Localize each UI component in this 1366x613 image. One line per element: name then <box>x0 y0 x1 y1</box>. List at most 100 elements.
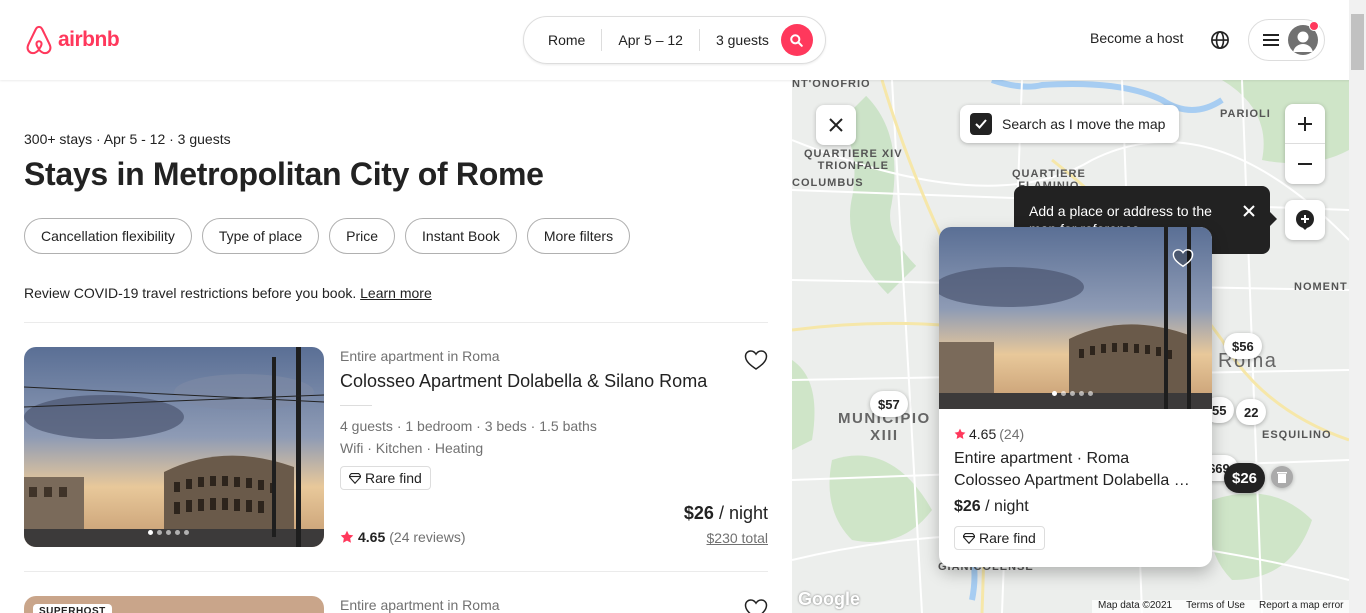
search-as-move-label: Search as I move the map <box>1002 116 1166 132</box>
hamburger-icon <box>1263 34 1279 46</box>
close-map-button[interactable] <box>816 105 856 145</box>
star-icon <box>340 530 354 543</box>
dot <box>1052 391 1057 396</box>
filter-more[interactable]: More filters <box>526 218 631 254</box>
checkbox[interactable] <box>970 113 992 135</box>
review-count: (24) <box>999 426 1025 442</box>
brand-name: airbnb <box>58 28 120 51</box>
price-value: $26 <box>954 498 981 515</box>
filter-price[interactable]: Price <box>329 218 396 254</box>
listing-photo[interactable] <box>24 347 324 547</box>
filter-cancellation[interactable]: Cancellation flexibility <box>24 218 192 254</box>
map-label: QUARTIERE XIV TRIONFALE <box>804 148 903 172</box>
map-label: NT'ONOFRIO <box>792 80 871 90</box>
photo-dots <box>1052 391 1093 396</box>
close-icon[interactable] <box>1242 204 1256 218</box>
divider <box>340 405 372 406</box>
dot <box>175 530 180 535</box>
map-label: PARIOLI <box>1220 108 1271 120</box>
listing-type: Entire apartment in Roma <box>340 597 500 613</box>
diamond-icon <box>349 472 361 484</box>
search-as-move-toggle[interactable]: Search as I move the map <box>960 105 1180 143</box>
minus-icon <box>1298 163 1312 165</box>
price-pin[interactable]: $57 <box>870 391 908 417</box>
dot <box>1088 391 1093 396</box>
card-title: Colosseo Apartment Dolabella & Silano Ro… <box>954 472 1199 489</box>
tooltip-arrow <box>1270 212 1277 226</box>
card-price: $26 / night <box>954 498 1029 516</box>
search-icon <box>790 33 804 47</box>
zoom-controls <box>1285 104 1325 184</box>
map-label: NOMENT <box>1294 281 1348 293</box>
search-button[interactable] <box>780 24 813 56</box>
divider <box>24 322 768 323</box>
dot <box>184 530 189 535</box>
rare-find-badge: Rare find <box>340 466 431 490</box>
dot <box>1079 391 1084 396</box>
terms-link[interactable]: Terms of Use <box>1186 600 1245 613</box>
header: airbnb Rome Apr 5 – 12 3 guests Become a… <box>0 0 1366 80</box>
listing-price: $26 / night <box>684 503 768 524</box>
report-error-link[interactable]: Report a map error <box>1259 600 1343 613</box>
become-host-link[interactable]: Become a host <box>1090 30 1183 46</box>
heart-icon[interactable] <box>744 597 768 613</box>
google-logo: Google <box>798 589 860 609</box>
scrollbar[interactable] <box>1349 0 1366 613</box>
total-price-link[interactable]: $230 total <box>707 530 769 546</box>
review-count: (24 reviews) <box>389 529 466 545</box>
filter-type-of-place[interactable]: Type of place <box>201 218 320 254</box>
superhost-badge: SUPERHOST <box>33 604 112 613</box>
trash-icon <box>1277 472 1287 483</box>
notification-dot <box>1309 21 1319 31</box>
listing-title[interactable]: Colosseo Apartment Dolabella & Silano Ro… <box>340 371 707 392</box>
dot <box>1061 391 1066 396</box>
dot <box>148 530 153 535</box>
airbnb-logo[interactable]: airbnb <box>24 24 120 56</box>
card-rating: 4.65 (24) <box>954 426 1024 442</box>
divider <box>24 571 768 572</box>
heart-icon[interactable] <box>744 348 768 372</box>
photo-dots <box>148 530 189 535</box>
listing-details: 4 guests · 1 bedroom · 3 beds · 1.5 bath… <box>340 415 597 459</box>
zoom-out-button[interactable] <box>1285 144 1325 184</box>
card-type: Entire apartment · Roma <box>954 450 1130 467</box>
search-bar[interactable]: Rome Apr 5 – 12 3 guests <box>523 16 826 64</box>
plus-icon <box>1298 116 1312 131</box>
listing-rooms: 4 guests · 1 bedroom · 3 beds · 1.5 bath… <box>340 418 597 434</box>
filter-instant-book[interactable]: Instant Book <box>405 218 517 254</box>
rating-value: 4.65 <box>969 426 997 442</box>
airbnb-icon <box>26 25 52 55</box>
map[interactable]: NT'ONOFRIO PARIOLI QUARTIERE XIV TRIONFA… <box>792 80 1349 613</box>
map-listing-card[interactable]: 4.65 (24) Entire apartment · Roma Coloss… <box>939 227 1212 567</box>
map-label: ESQUILINO <box>1262 429 1332 441</box>
close-icon <box>829 118 843 132</box>
rating-value: 4.65 <box>358 529 386 545</box>
globe-icon[interactable] <box>1210 30 1230 50</box>
listing-type: Entire apartment in Roma <box>340 348 500 364</box>
heart-icon[interactable] <box>1172 247 1194 269</box>
price-pin-selected[interactable]: $26 <box>1224 463 1266 493</box>
badge-label: Rare find <box>979 530 1036 546</box>
dot <box>1070 391 1075 396</box>
map-footer: Map data ©2021 Terms of Use Report a map… <box>1092 600 1349 613</box>
price-unit: / night <box>718 503 768 523</box>
results-meta: 300+ stays · Apr 5 - 12 · 3 guests <box>24 131 231 147</box>
price-pin[interactable]: $56 <box>1224 333 1262 359</box>
add-place-button[interactable] <box>1285 200 1325 240</box>
dot <box>157 530 162 535</box>
rare-find-badge: Rare find <box>954 526 1045 550</box>
search-location[interactable]: Rome <box>524 29 603 51</box>
search-dates[interactable]: Apr 5 – 12 <box>602 29 700 51</box>
add-pin-icon <box>1296 210 1314 230</box>
search-guests[interactable]: 3 guests <box>700 29 781 51</box>
trash-pin[interactable] <box>1271 466 1293 488</box>
zoom-in-button[interactable] <box>1285 104 1325 144</box>
covid-text: Review COVID-19 travel restrictions befo… <box>24 285 357 301</box>
learn-more-link[interactable]: Learn more <box>360 285 432 301</box>
dot <box>166 530 171 535</box>
price-pin[interactable]: 22 <box>1236 399 1267 425</box>
scrollbar-thumb[interactable] <box>1351 14 1364 70</box>
badge-label: Rare find <box>365 470 422 486</box>
results-panel: 300+ stays · Apr 5 - 12 · 3 guests Stays… <box>0 80 792 613</box>
star-icon <box>954 428 966 439</box>
